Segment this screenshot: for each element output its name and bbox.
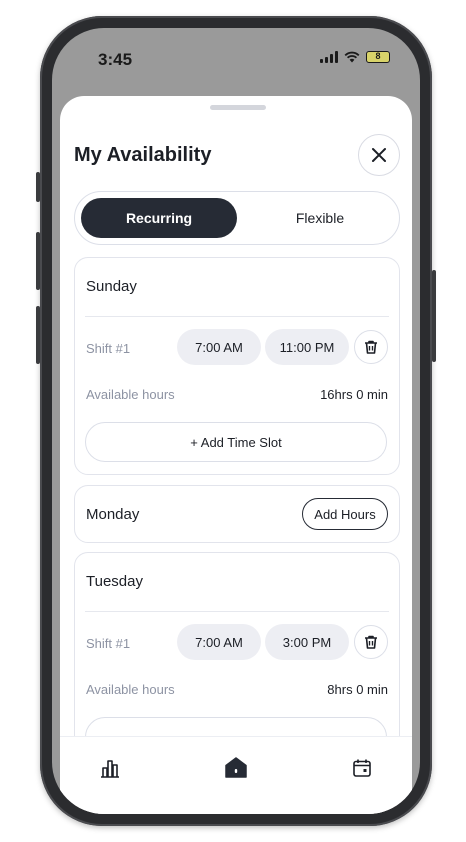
status-icons: 8	[320, 51, 390, 63]
day-name: Monday	[86, 506, 140, 523]
trash-icon	[365, 635, 377, 649]
day-name: Tuesday	[86, 573, 143, 590]
chart-icon	[101, 760, 119, 778]
volume-down-button	[36, 306, 40, 364]
add-time-slot-button[interactable]: + Add Time Slot	[85, 422, 387, 462]
start-time-pill[interactable]: 7:00 AM	[177, 329, 261, 365]
home-icon	[225, 757, 247, 778]
power-button	[432, 270, 436, 362]
close-button[interactable]	[358, 134, 400, 176]
shift-label: Shift #1	[86, 636, 131, 651]
day-card-monday: Monday Add Hours	[74, 485, 400, 543]
bottom-tab-bar	[60, 736, 412, 814]
shift-label: Shift #1	[86, 341, 131, 356]
battery-icon: 8	[366, 51, 390, 63]
status-time: 3:45	[98, 50, 133, 69]
sheet-grabber[interactable]	[210, 105, 266, 110]
divider	[85, 611, 389, 612]
delete-shift-button[interactable]	[354, 625, 388, 659]
tab-flexible[interactable]: Flexible	[245, 198, 395, 238]
start-time-pill[interactable]: 7:00 AM	[177, 624, 261, 660]
available-hours-label: Available hours	[86, 682, 175, 697]
tab-calendar[interactable]	[347, 753, 377, 783]
delete-shift-button[interactable]	[354, 330, 388, 364]
end-time-pill[interactable]: 3:00 PM	[265, 624, 349, 660]
end-time-pill[interactable]: 11:00 PM	[265, 329, 349, 365]
day-name: Sunday	[86, 278, 137, 295]
page-title: My Availability	[74, 144, 212, 166]
calendar-icon	[353, 759, 371, 777]
tab-stats[interactable]	[95, 753, 125, 783]
signal-icon	[320, 51, 338, 63]
mode-segmented-control: Recurring Flexible	[74, 191, 400, 245]
available-hours-value: 16hrs 0 min	[320, 387, 388, 402]
silent-switch	[36, 172, 40, 202]
availability-sheet: My Availability Recurring Flexible Sunda…	[60, 96, 412, 814]
trash-icon	[365, 340, 377, 354]
tab-recurring[interactable]: Recurring	[81, 198, 237, 238]
day-card-sunday: Sunday Shift #1 7:00 AM 11:00 PM Availab…	[74, 257, 400, 475]
tab-home[interactable]	[221, 753, 251, 783]
status-bar: 3:45 8	[52, 28, 420, 92]
close-icon	[372, 148, 386, 162]
available-hours-value: 8hrs 0 min	[327, 682, 388, 697]
divider	[85, 316, 389, 317]
wifi-icon	[344, 51, 360, 63]
available-hours-label: Available hours	[86, 387, 175, 402]
screen: 3:45 8 My Availability Recurring Flexibl…	[52, 28, 420, 814]
volume-up-button	[36, 232, 40, 290]
add-hours-button[interactable]: Add Hours	[302, 498, 388, 530]
